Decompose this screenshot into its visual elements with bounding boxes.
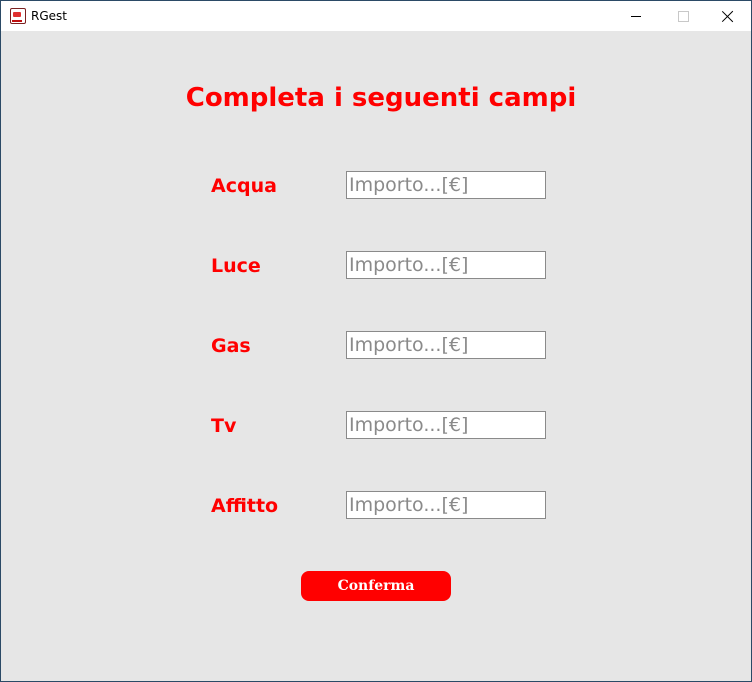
maximize-button[interactable] (659, 1, 705, 31)
window-title: RGest (31, 9, 67, 23)
minimize-button[interactable] (613, 1, 659, 31)
app-icon (10, 8, 26, 24)
app-window: RGest Completa i seguenti campi Acqua Lu… (0, 0, 752, 682)
title-bar[interactable]: RGest (1, 1, 751, 31)
gas-input[interactable] (346, 331, 546, 359)
label-tv: Tv (211, 415, 237, 437)
tv-input[interactable] (346, 411, 546, 439)
form-panel: Completa i seguenti campi Acqua Luce Gas… (1, 31, 751, 681)
label-luce: Luce (211, 255, 261, 277)
confirm-button[interactable]: Conferma (301, 571, 451, 601)
maximize-icon (678, 11, 689, 22)
acqua-input[interactable] (346, 171, 546, 199)
close-icon (722, 10, 734, 22)
label-gas: Gas (211, 335, 251, 357)
close-button[interactable] (705, 1, 751, 31)
affitto-input[interactable] (346, 491, 546, 519)
label-affitto: Affitto (211, 495, 279, 517)
label-acqua: Acqua (211, 175, 277, 197)
minimize-icon (631, 16, 641, 17)
luce-input[interactable] (346, 251, 546, 279)
page-title: Completa i seguenti campi (185, 83, 577, 113)
